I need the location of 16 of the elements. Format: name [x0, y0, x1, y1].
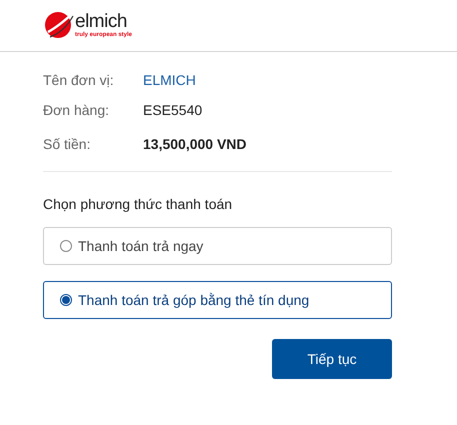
- section-heading: Chọn phương thức thanh toán: [43, 196, 234, 212]
- radio-button[interactable]: [60, 240, 72, 252]
- payment-option[interactable]: Thanh toán trả ngay: [43, 227, 392, 265]
- payment-option[interactable]: Thanh toán trả góp bằng thẻ tín dụng: [43, 281, 392, 319]
- option-label: Thanh toán trả ngay: [78, 238, 204, 254]
- field-value: ESE5540: [143, 102, 202, 118]
- field-label: Số tiền:: [43, 136, 92, 152]
- continue-button[interactable]: Tiếp tục: [272, 339, 392, 379]
- field-value: ELMICH: [143, 72, 196, 88]
- field-label: Tên đơn vị:: [43, 72, 115, 88]
- logo-name: elmich: [75, 12, 127, 31]
- radio-button[interactable]: [60, 294, 72, 306]
- field-label: Đơn hàng:: [43, 102, 110, 118]
- field-value: 13,500,000 VND: [143, 136, 247, 152]
- option-label: Thanh toán trả góp bằng thẻ tín dụng: [78, 292, 310, 308]
- logo-mark-icon: [44, 10, 74, 40]
